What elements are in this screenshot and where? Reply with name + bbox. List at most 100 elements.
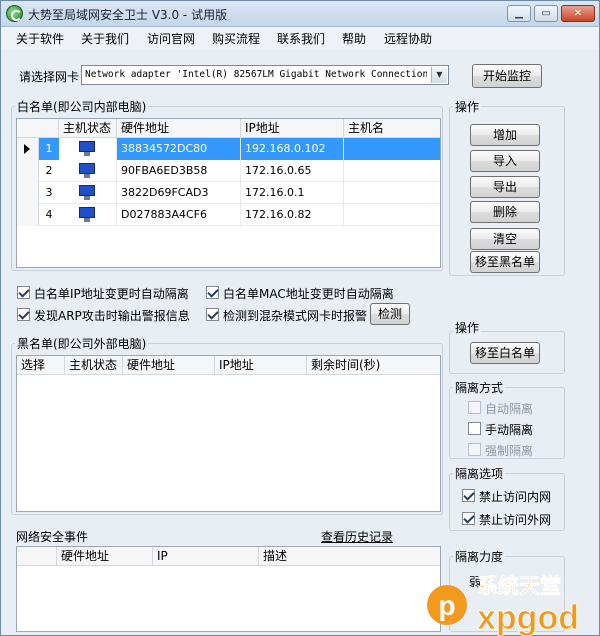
arp-alert-label: 发现ARP攻击时输出警报信息 <box>34 309 190 323</box>
move-to-whitelist-button[interactable]: 移至白名单 <box>470 342 540 364</box>
mac-change-label: 白名单MAC地址变更时自动隔离 <box>223 287 394 301</box>
col-ip[interactable]: IP <box>153 547 259 566</box>
whitelist-grid[interactable]: 主机状态 硬件地址 IP地址 主机名 1 38834572DC80 192.16… <box>16 118 441 268</box>
blacklist-title: 黑名单(即公司外部电脑) <box>15 335 149 352</box>
add-button[interactable]: 增加 <box>470 124 540 146</box>
block-intranet-label: 禁止访问内网 <box>479 490 552 504</box>
hostname-cell <box>344 138 440 160</box>
ip-cell: 172.16.0.82 <box>241 204 344 226</box>
computer-icon <box>79 141 95 156</box>
row-number: 3 <box>45 186 53 199</box>
clear-button[interactable]: 清空 <box>470 228 540 250</box>
col-description[interactable]: 描述 <box>259 547 440 566</box>
blacklist-header: 选择 主机状态 硬件地址 IP地址 剩余时间(秒) <box>17 356 440 375</box>
col-ip[interactable]: IP地址 <box>241 119 344 138</box>
blacklist-grid[interactable]: 选择 主机状态 硬件地址 IP地址 剩余时间(秒) <box>16 355 441 512</box>
row-header <box>17 182 39 204</box>
block-intranet-checkbox[interactable] <box>462 489 475 502</box>
ops-title: 操作 <box>453 98 482 115</box>
menu-website[interactable]: 访问官网 <box>147 30 195 47</box>
manual-isolate-checkbox[interactable] <box>468 422 481 435</box>
row-header <box>17 138 39 160</box>
nic-label: 请选择网卡 <box>19 70 80 84</box>
host-status-cell <box>59 182 117 204</box>
menu-about-software[interactable]: 关于软件 <box>16 30 64 47</box>
row-header <box>17 160 39 182</box>
col-remaining-time[interactable]: 剩余时间(秒) <box>307 356 440 375</box>
menu-contact[interactable]: 联系我们 <box>277 30 325 47</box>
menu-remote-assist[interactable]: 远程协助 <box>384 30 432 47</box>
col-hostname[interactable]: 主机名 <box>344 119 440 138</box>
host-status-cell <box>59 138 117 160</box>
auto-isolate-label: 自动隔离 <box>485 402 534 416</box>
isolation-mode-title: 隔离方式 <box>453 379 506 396</box>
chevron-down-icon: ▼ <box>431 67 447 83</box>
col-host-status[interactable]: 主机状态 <box>59 119 117 138</box>
menu-purchase[interactable]: 购买流程 <box>212 30 260 47</box>
watermark-logo-letter: p <box>438 590 455 621</box>
host-status-cell <box>59 160 117 182</box>
minimize-icon: ▁ <box>515 8 523 19</box>
title-bar: 大势至局域网安全卫士 V3.0 - 试用版 ▁ ▭ ✕ <box>1 1 599 27</box>
col-mac[interactable]: 硬件地址 <box>117 119 241 138</box>
current-row-icon <box>24 144 30 154</box>
mac-change-checkbox[interactable] <box>206 286 219 299</box>
maximize-button[interactable]: ▭ <box>534 5 558 22</box>
row-number: 1 <box>39 138 59 160</box>
import-button[interactable]: 导入 <box>470 150 540 172</box>
block-internet-checkbox[interactable] <box>462 512 475 525</box>
main-window: 大势至局域网安全卫士 V3.0 - 试用版 ▁ ▭ ✕ 关于软件 关于我们 访问… <box>0 0 600 636</box>
force-isolate-checkbox[interactable] <box>468 443 481 456</box>
export-button[interactable]: 导出 <box>470 176 540 198</box>
promisc-alert-checkbox[interactable] <box>206 308 219 321</box>
col-select[interactable]: 选择 <box>17 356 65 375</box>
close-icon: ✕ <box>573 8 583 19</box>
whitelist-title: 白名单(即公司内部电脑) <box>15 98 149 115</box>
computer-icon <box>79 185 95 200</box>
nic-select[interactable]: Network adapter 'Intel(R) 82567LM Gigabi… <box>81 65 449 85</box>
events-grid[interactable]: 硬件地址 IP 描述 <box>16 546 441 632</box>
menu-bar: 关于软件 关于我们 访问官网 购买流程 联系我们 帮助 远程协助 <box>1 27 599 49</box>
col-mac[interactable]: 硬件地址 <box>57 547 153 566</box>
table-row[interactable]: 2 90FBA6ED3B58 172.16.0.65 <box>17 160 440 182</box>
ip-cell: 192.168.0.102 <box>241 138 344 160</box>
watermark-text: 系统天堂 <box>477 574 561 598</box>
row-header <box>17 204 39 226</box>
host-status-cell <box>59 204 117 226</box>
mac-cell: 90FBA6ED3B58 <box>117 160 241 182</box>
table-row[interactable]: 1 38834572DC80 192.168.0.102 <box>17 138 440 160</box>
col-host-status[interactable]: 主机状态 <box>65 356 123 375</box>
watermark-site: xpgod <box>477 599 579 636</box>
table-row[interactable]: 4 D027883A4CF6 172.16.0.82 <box>17 204 440 226</box>
move-to-blacklist-button[interactable]: 移至黑名单 <box>470 251 540 273</box>
manual-isolate-label: 手动隔离 <box>485 423 534 437</box>
mac-cell: 3822D69FCAD3 <box>117 182 241 204</box>
header-corner <box>17 119 59 138</box>
detect-button[interactable]: 检测 <box>370 303 410 325</box>
start-monitor-button[interactable]: 开始监控 <box>472 64 542 88</box>
col-mac[interactable]: 硬件地址 <box>123 356 215 375</box>
table-row[interactable]: 3 3822D69FCAD3 172.16.0.1 <box>17 182 440 204</box>
auto-isolate-checkbox[interactable] <box>468 401 481 414</box>
block-internet-label: 禁止访问外网 <box>479 513 552 527</box>
promisc-alert-label: 检测到混杂模式网卡时报警 <box>223 309 368 323</box>
arp-alert-checkbox[interactable] <box>17 308 30 321</box>
col-ip[interactable]: IP地址 <box>215 356 307 375</box>
delete-button[interactable]: 删除 <box>470 201 540 223</box>
window-title: 大势至局域网安全卫士 V3.0 - 试用版 <box>28 8 228 22</box>
close-button[interactable]: ✕ <box>561 5 595 22</box>
row-number: 4 <box>45 208 53 221</box>
force-isolate-label: 强制隔离 <box>485 444 534 458</box>
hostname-cell <box>344 182 440 204</box>
view-history-link[interactable]: 查看历史记录 <box>321 528 393 545</box>
minimize-button[interactable]: ▁ <box>507 5 531 22</box>
menu-about-us[interactable]: 关于我们 <box>81 30 129 47</box>
menu-help[interactable]: 帮助 <box>342 30 366 47</box>
ip-change-checkbox[interactable] <box>17 286 30 299</box>
app-icon <box>6 5 23 22</box>
row-number: 2 <box>45 164 53 177</box>
events-title: 网络安全事件 <box>16 530 89 544</box>
ip-cell: 172.16.0.65 <box>241 160 344 182</box>
events-header: 硬件地址 IP 描述 <box>17 547 440 566</box>
nic-select-value: Network adapter 'Intel(R) 82567LM Gigabi… <box>85 69 427 80</box>
